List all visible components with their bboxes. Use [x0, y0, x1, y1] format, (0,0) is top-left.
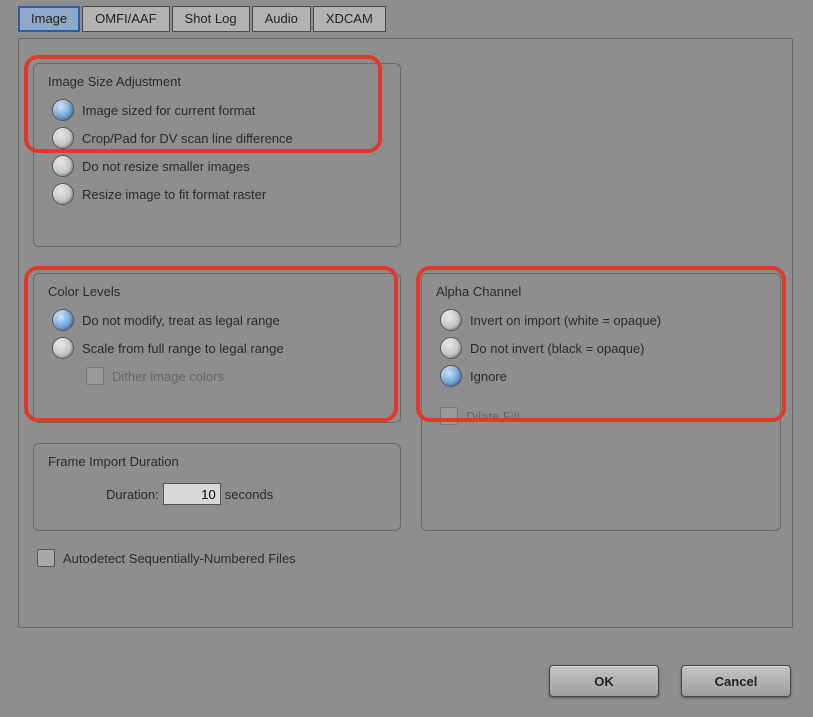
label-scale-full-to-legal: Scale from full range to legal range — [82, 341, 284, 356]
checkbox-autodetect[interactable] — [37, 549, 55, 567]
row-autodetect: Autodetect Sequentially-Numbered Files — [37, 549, 296, 567]
tab-omfiaaf[interactable]: OMFI/AAF — [82, 6, 169, 32]
tab-xdcam[interactable]: XDCAM — [313, 6, 386, 32]
tab-image[interactable]: Image — [18, 6, 80, 32]
radio-alpha-invert[interactable] — [440, 309, 462, 331]
label-resize-fit-raster: Resize image to fit format raster — [82, 187, 266, 202]
label-dither: Dither image colors — [112, 369, 224, 384]
label-autodetect: Autodetect Sequentially-Numbered Files — [63, 551, 296, 566]
tab-audio[interactable]: Audio — [252, 6, 311, 32]
label-crop-pad-dv: Crop/Pad for DV scan line difference — [82, 131, 293, 146]
checkbox-dither — [86, 367, 104, 385]
radio-alpha-noinvert[interactable] — [440, 337, 462, 359]
checkbox-dilate-fill — [440, 407, 458, 425]
group-title-color-levels: Color Levels — [48, 284, 386, 299]
group-alpha-channel: Alpha Channel Invert on import (white = … — [421, 273, 781, 531]
label-alpha-invert: Invert on import (white = opaque) — [470, 313, 661, 328]
group-title-alpha: Alpha Channel — [436, 284, 766, 299]
label-duration: Duration: — [106, 487, 159, 502]
label-image-sized-current: Image sized for current format — [82, 103, 255, 118]
label-dilate-fill: Dilate Fill — [466, 409, 519, 424]
label-duration-unit: seconds — [225, 487, 273, 502]
tab-bar: Image OMFI/AAF Shot Log Audio XDCAM — [0, 0, 813, 32]
radio-alpha-ignore[interactable] — [440, 365, 462, 387]
group-color-levels: Color Levels Do not modify, treat as leg… — [33, 273, 401, 423]
group-title-frame-import: Frame Import Duration — [48, 454, 386, 469]
group-title-image-size: Image Size Adjustment — [48, 74, 386, 89]
label-alpha-ignore: Ignore — [470, 369, 507, 384]
input-duration[interactable] — [163, 483, 221, 505]
cancel-button[interactable]: Cancel — [681, 665, 791, 697]
settings-panel: Image Size Adjustment Image sized for cu… — [18, 38, 793, 628]
radio-resize-fit-raster[interactable] — [52, 183, 74, 205]
radio-crop-pad-dv[interactable] — [52, 127, 74, 149]
radio-do-not-modify[interactable] — [52, 309, 74, 331]
ok-button[interactable]: OK — [549, 665, 659, 697]
label-do-not-modify: Do not modify, treat as legal range — [82, 313, 280, 328]
dialog-buttons: OK Cancel — [549, 665, 791, 697]
label-alpha-noinvert: Do not invert (black = opaque) — [470, 341, 645, 356]
group-frame-import: Frame Import Duration Duration: seconds — [33, 443, 401, 531]
tab-shotlog[interactable]: Shot Log — [172, 6, 250, 32]
radio-scale-full-to-legal[interactable] — [52, 337, 74, 359]
radio-no-resize-smaller[interactable] — [52, 155, 74, 177]
radio-image-sized-current[interactable] — [52, 99, 74, 121]
label-no-resize-smaller: Do not resize smaller images — [82, 159, 250, 174]
group-image-size: Image Size Adjustment Image sized for cu… — [33, 63, 401, 247]
